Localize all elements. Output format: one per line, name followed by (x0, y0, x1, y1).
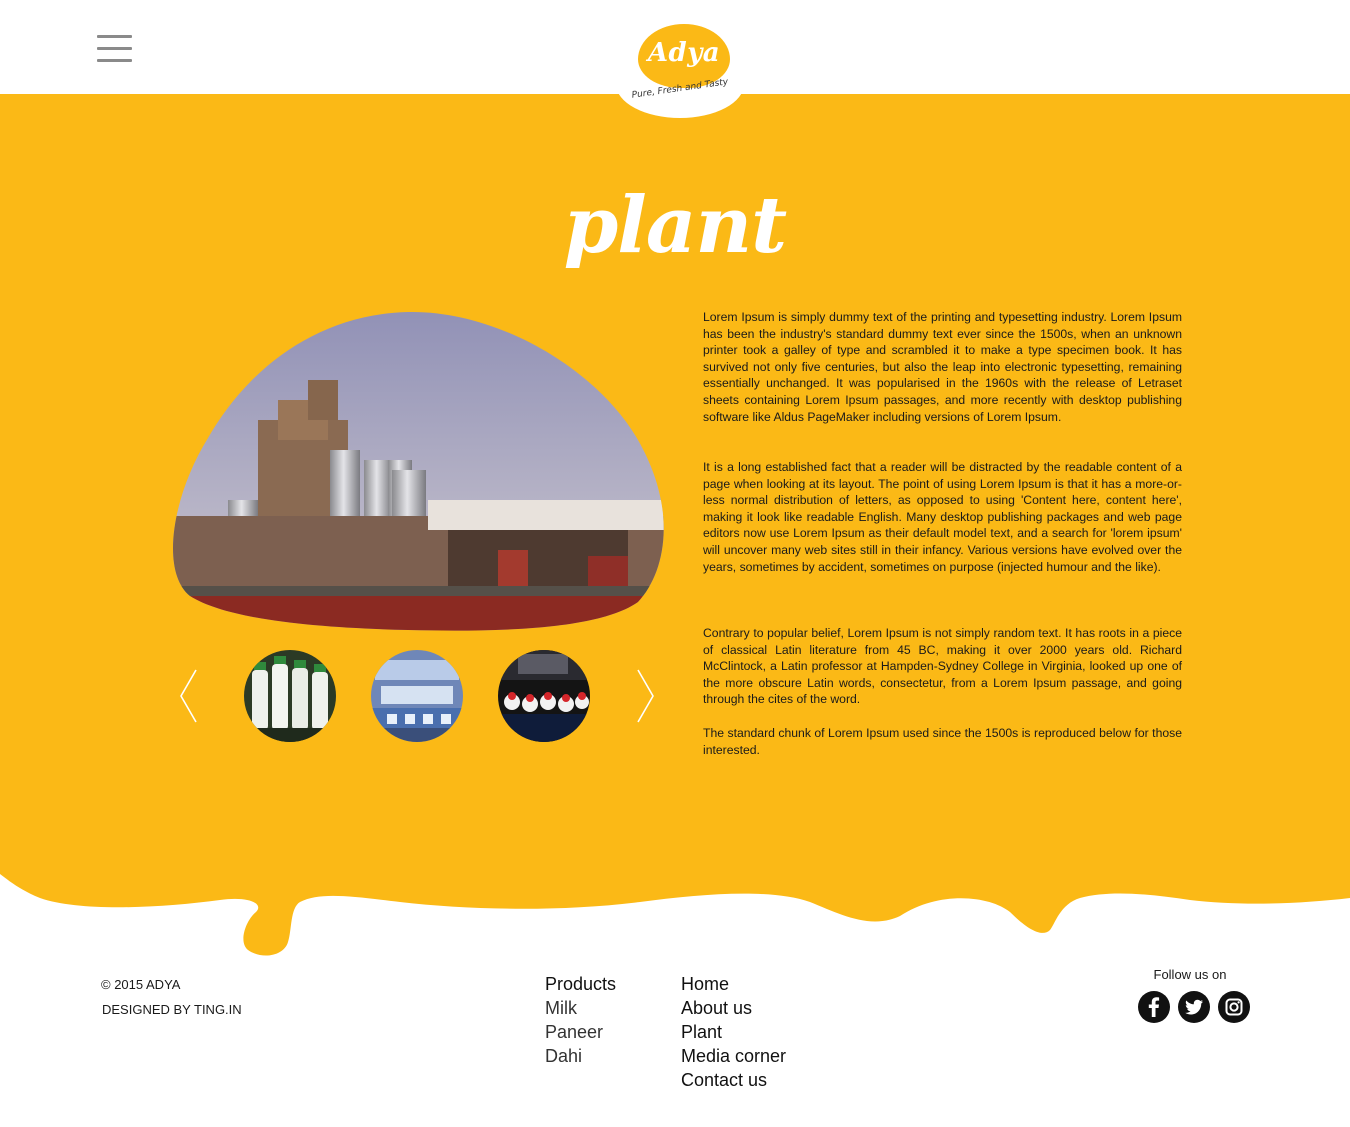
chevron-right-icon[interactable] (636, 668, 656, 724)
footer-link-paneer[interactable]: Paneer (545, 1020, 616, 1044)
footer-link-contact-us[interactable]: Contact us (681, 1068, 786, 1092)
footer-link-about-us[interactable]: About us (681, 996, 786, 1020)
footer-products-column: Products Milk Paneer Dahi (545, 972, 616, 1068)
bottling-conveyor-thumbnail[interactable] (498, 650, 590, 742)
instagram-icon[interactable] (1218, 991, 1250, 1023)
page-title: plant (563, 180, 787, 271)
copyright-text: © 2015 ADYA (101, 977, 181, 992)
milk-bottles-thumbnail[interactable] (244, 650, 336, 742)
footer-link-media-corner[interactable]: Media corner (681, 1044, 786, 1068)
footer-link-home[interactable]: Home (681, 972, 786, 996)
footer-nav-column: Home About us Plant Media corner Contact… (681, 972, 786, 1092)
chevron-left-icon[interactable] (178, 668, 198, 724)
content-paragraph: Contrary to popular belief, Lorem Ipsum … (703, 626, 1182, 707)
plant-photo (172, 311, 664, 631)
footer-link-plant[interactable]: Plant (681, 1020, 786, 1044)
menu-bar (97, 35, 132, 38)
footer-link-dahi[interactable]: Dahi (545, 1044, 616, 1068)
footer-link-milk[interactable]: Milk (545, 996, 616, 1020)
hamburger-menu-icon[interactable] (97, 35, 133, 65)
menu-bar (97, 47, 132, 50)
twitter-icon[interactable] (1178, 991, 1210, 1023)
packaging-line-thumbnail[interactable] (371, 650, 463, 742)
menu-bar (97, 59, 132, 62)
products-heading[interactable]: Products (545, 972, 616, 996)
follow-us-label: Follow us on (1153, 967, 1227, 982)
facebook-icon[interactable] (1138, 991, 1170, 1023)
content-paragraph: Lorem Ipsum is simply dummy text of the … (703, 310, 1182, 424)
logo-name: Adya (647, 38, 721, 68)
designed-by-link[interactable]: DESIGNED BY TING.IN (102, 1002, 242, 1017)
drip-edge-decoration (0, 860, 1350, 956)
content-paragraph: The standard chunk of Lorem Ipsum used s… (703, 726, 1182, 757)
adya-logo[interactable]: Adya Pure, Fresh and Tasty (614, 14, 746, 118)
content-paragraph: It is a long established fact that a rea… (703, 460, 1182, 574)
